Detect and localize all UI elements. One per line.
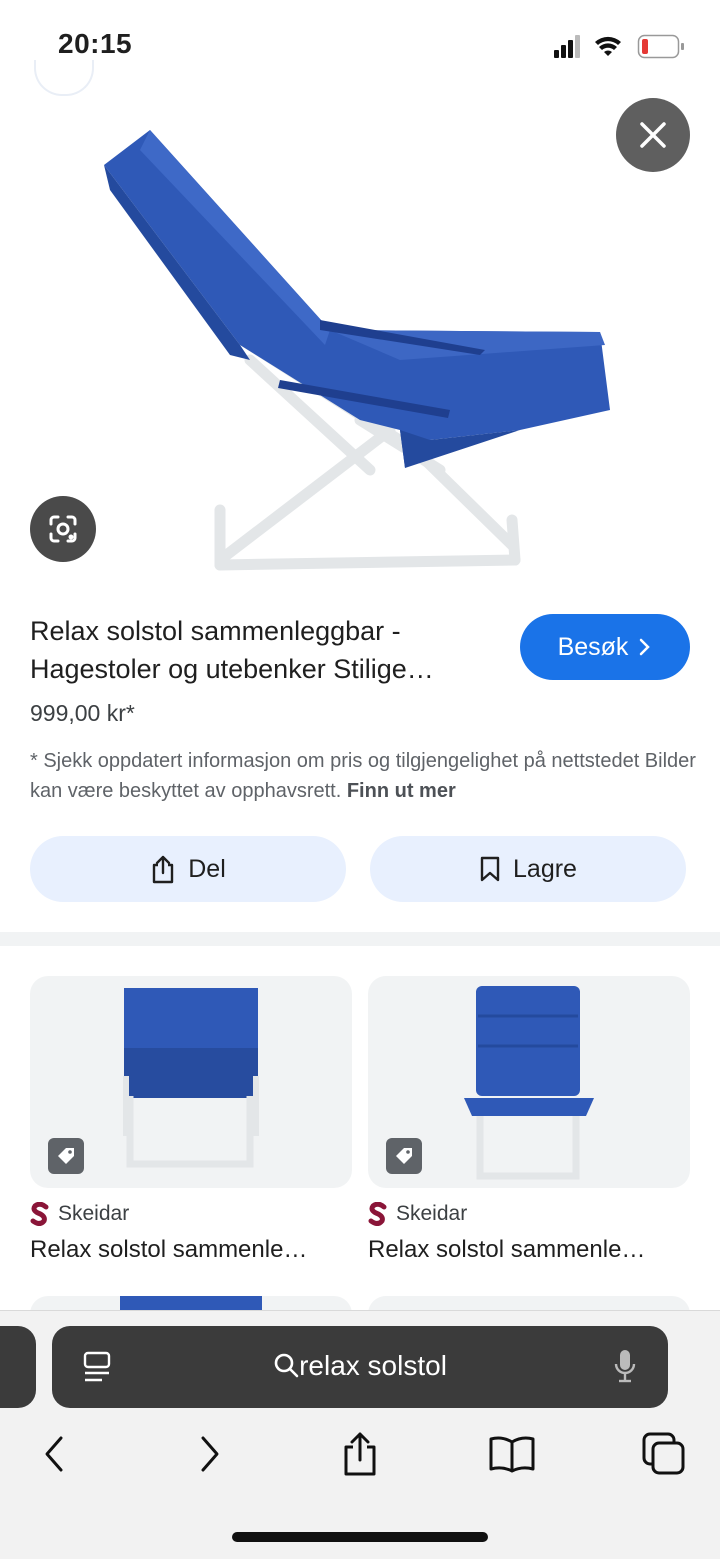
bookmark-icon: [480, 856, 500, 882]
share-page-button[interactable]: [336, 1430, 384, 1478]
product-image[interactable]: [0, 90, 720, 590]
wifi-icon: [595, 36, 621, 56]
product-price: 999,00 kr*: [30, 700, 135, 726]
source-name: Skeidar: [58, 1202, 130, 1225]
related-title-2[interactable]: Relax solstol sammenle…: [368, 1236, 686, 1264]
close-icon: [640, 122, 666, 148]
visit-button[interactable]: Besøk: [520, 614, 690, 680]
related-image-1[interactable]: [30, 976, 352, 1188]
microphone-icon[interactable]: [612, 1348, 638, 1386]
address-text: relax solstol: [52, 1350, 668, 1382]
tabs-icon: [642, 1432, 685, 1475]
status-time: 20:15: [58, 28, 133, 59]
back-button[interactable]: [30, 1430, 78, 1478]
search-query: relax solstol: [299, 1350, 447, 1381]
address-bar[interactable]: relax solstol: [52, 1326, 668, 1408]
product-title[interactable]: Relax solstol sammenleggbar - Hagestoler…: [30, 612, 500, 688]
related-title-1[interactable]: Relax solstol sammenle…: [30, 1236, 348, 1264]
home-indicator: [232, 1532, 488, 1542]
previous-tab-preview[interactable]: [0, 1326, 36, 1408]
status-icons: [554, 34, 684, 59]
share-label: Del: [188, 854, 226, 883]
tabs-button[interactable]: [640, 1430, 688, 1478]
price-tag-icon: [386, 1138, 422, 1174]
related-source-1[interactable]: Skeidar: [30, 1202, 129, 1226]
skeidar-logo-icon: [30, 1202, 49, 1226]
lens-icon: [49, 515, 77, 543]
signal-icon: [554, 35, 580, 58]
save-label: Lagre: [513, 854, 577, 883]
skeidar-logo-icon: [368, 1202, 387, 1226]
source-name: Skeidar: [396, 1202, 468, 1225]
visit-label: Besøk: [557, 632, 629, 661]
chevron-right-icon: [201, 1436, 219, 1472]
share-button[interactable]: Del: [30, 836, 346, 902]
forward-button[interactable]: [186, 1430, 234, 1478]
related-source-2[interactable]: Skeidar: [368, 1202, 467, 1226]
share-icon: [153, 855, 174, 884]
lens-search-button[interactable]: [30, 496, 96, 562]
close-button[interactable]: [616, 98, 690, 172]
bookmarks-button[interactable]: [488, 1430, 536, 1478]
learn-more-link[interactable]: Finn ut mer: [347, 780, 456, 802]
price-tag-icon: [48, 1138, 84, 1174]
share-icon: [344, 1432, 376, 1476]
section-divider: [0, 932, 720, 946]
chevron-left-icon: [45, 1436, 63, 1472]
related-image-2[interactable]: [368, 976, 690, 1188]
battery-icon: [637, 34, 684, 59]
disclaimer: * Sjekk oppdatert informasjon om pris og…: [30, 746, 700, 806]
chevron-right-icon: [640, 638, 651, 656]
book-icon: [489, 1436, 535, 1473]
save-button[interactable]: Lagre: [370, 836, 686, 902]
search-icon: [274, 1353, 299, 1378]
